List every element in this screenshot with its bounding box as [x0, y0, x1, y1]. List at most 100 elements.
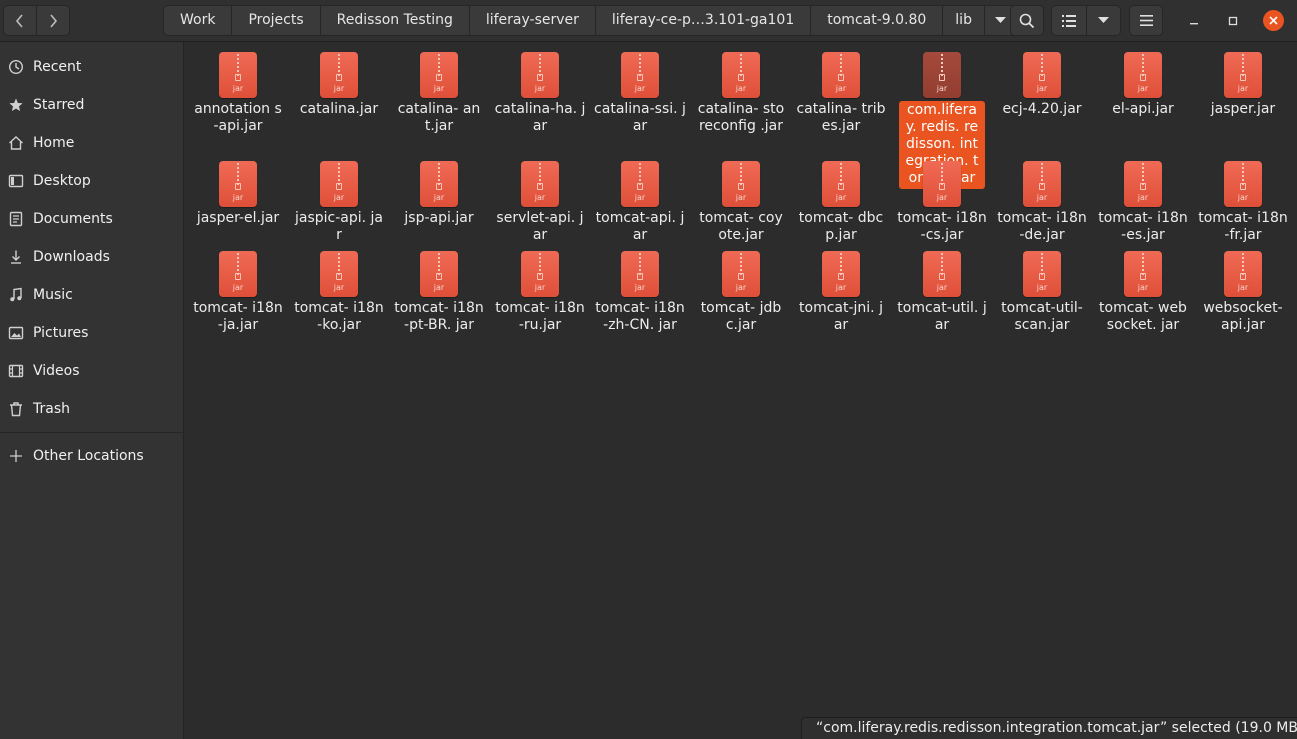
- file-type-label: jar: [534, 84, 546, 93]
- file-type-label: jar: [1237, 283, 1249, 292]
- file-name: jsp-api.jar: [404, 210, 474, 226]
- document-icon: [8, 211, 24, 227]
- file-item[interactable]: jar tomcat- coyote.jar: [693, 161, 789, 244]
- jar-file-icon: jar: [219, 251, 257, 297]
- file-item[interactable]: jar catalina.jar: [291, 52, 387, 118]
- file-type-label: jar: [1137, 283, 1149, 292]
- close-button[interactable]: [1263, 10, 1284, 31]
- file-item[interactable]: jar servlet-api. jar: [492, 161, 588, 244]
- file-name: websocket- api.jar: [1203, 300, 1283, 333]
- video-icon: [8, 363, 24, 379]
- jar-file-icon: jar: [923, 161, 961, 207]
- sidebar-item-label: Trash: [33, 401, 70, 417]
- file-item[interactable]: jar jaspic-api. jar: [291, 161, 387, 244]
- file-item[interactable]: jar tomcat- i18n-es.jar: [1095, 161, 1191, 244]
- file-item[interactable]: jar el-api.jar: [1095, 52, 1191, 118]
- file-item[interactable]: jar catalina-ssi. jar: [592, 52, 688, 135]
- jar-file-icon: jar: [320, 251, 358, 297]
- file-name: tomcat- i18n-es.jar: [1098, 210, 1188, 243]
- file-name: tomcat- jdbc.jar: [700, 300, 782, 333]
- file-item[interactable]: jar tomcat- i18n-ru.jar: [492, 251, 588, 334]
- sidebar-item-music[interactable]: Music: [0, 276, 184, 314]
- main-menu-button[interactable]: [1129, 5, 1163, 36]
- breadcrumb: Work Projects Redisson Testing liferay-s…: [163, 5, 1018, 36]
- file-type-label: jar: [835, 193, 847, 202]
- back-button[interactable]: [4, 6, 36, 35]
- sidebar-item-desktop[interactable]: Desktop: [0, 162, 184, 200]
- breadcrumb-item[interactable]: Work: [164, 6, 233, 35]
- jar-file-icon: jar: [1124, 251, 1162, 297]
- jar-file-icon: jar: [822, 251, 860, 297]
- file-item[interactable]: jar tomcat-api. jar: [592, 161, 688, 244]
- file-name: tomcat-util- scan.jar: [1001, 300, 1083, 333]
- file-item[interactable]: jar jasper.jar: [1195, 52, 1291, 118]
- file-item[interactable]: jar tomcat- i18n-ko.jar: [291, 251, 387, 334]
- breadcrumb-item[interactable]: Redisson Testing: [321, 6, 470, 35]
- search-button[interactable]: [1010, 5, 1044, 36]
- sidebar-item-pictures[interactable]: Pictures: [0, 314, 184, 352]
- jar-file-icon: jar: [1124, 52, 1162, 98]
- file-item[interactable]: jar ecj-4.20.jar: [994, 52, 1090, 118]
- sidebar-item-documents[interactable]: Documents: [0, 200, 184, 238]
- breadcrumb-item-current[interactable]: lib: [943, 6, 985, 35]
- file-type-label: jar: [936, 283, 948, 292]
- file-item[interactable]: jar tomcat-jni. jar: [793, 251, 889, 334]
- file-item[interactable]: jar catalina- ant.jar: [391, 52, 487, 135]
- forward-button[interactable]: [36, 6, 69, 35]
- jar-file-icon: jar: [521, 251, 559, 297]
- jar-file-icon: jar: [420, 52, 458, 98]
- file-item[interactable]: jar catalina-ha. jar: [492, 52, 588, 135]
- sidebar-item-trash[interactable]: Trash: [0, 390, 184, 428]
- caret-down-icon: [995, 17, 1007, 23]
- sidebar-item-other-locations[interactable]: Other Locations: [0, 437, 184, 475]
- minimize-button[interactable]: [1184, 11, 1204, 31]
- file-name: annotation s-api.jar: [194, 101, 282, 134]
- view-toggle-group: [1051, 5, 1121, 36]
- file-item[interactable]: jar websocket- api.jar: [1195, 251, 1291, 334]
- jar-file-icon: jar: [621, 251, 659, 297]
- file-name: tomcat- i18n-de.jar: [997, 210, 1087, 243]
- file-item[interactable]: jar tomcat- i18n-ja.jar: [190, 251, 286, 334]
- list-view-button[interactable]: [1052, 6, 1087, 35]
- file-item[interactable]: jar tomcat- i18n-fr.jar: [1195, 161, 1291, 244]
- breadcrumb-item[interactable]: liferay-server: [470, 6, 596, 35]
- jar-file-icon: jar: [923, 251, 961, 297]
- file-item[interactable]: jar annotation s-api.jar: [190, 52, 286, 135]
- file-item[interactable]: jar tomcat-util- scan.jar: [994, 251, 1090, 334]
- sidebar: Recent Starred Home Desktop Documents Do…: [0, 42, 184, 739]
- breadcrumb-item[interactable]: liferay-ce-p…3.101-ga101: [596, 6, 812, 35]
- file-item[interactable]: jar catalina- tribes.jar: [793, 52, 889, 135]
- sidebar-item-videos[interactable]: Videos: [0, 352, 184, 390]
- breadcrumb-item[interactable]: Projects: [232, 6, 321, 35]
- file-item[interactable]: jar jsp-api.jar: [391, 161, 487, 227]
- view-options-button[interactable]: [1087, 6, 1120, 35]
- file-item[interactable]: jar tomcat- jdbc.jar: [693, 251, 789, 334]
- file-type-label: jar: [232, 84, 244, 93]
- file-item[interactable]: jar tomcat- i18n-cs.jar: [894, 161, 990, 244]
- music-icon: [8, 287, 24, 303]
- jar-file-icon: jar: [722, 52, 760, 98]
- file-type-label: jar: [433, 193, 445, 202]
- file-item[interactable]: jar tomcat- i18n-pt-BR. jar: [391, 251, 487, 334]
- file-item[interactable]: jar catalina- storeconfig .jar: [693, 52, 789, 135]
- file-type-label: jar: [936, 193, 948, 202]
- file-item[interactable]: jar tomcat- websocket. jar: [1095, 251, 1191, 334]
- maximize-button[interactable]: [1223, 11, 1243, 31]
- file-name: catalina-ha. jar: [494, 101, 586, 134]
- file-item[interactable]: jar tomcat- i18n-zh-CN. jar: [592, 251, 688, 334]
- file-item[interactable]: jar tomcat- dbcp.jar: [793, 161, 889, 244]
- sidebar-item-downloads[interactable]: Downloads: [0, 238, 184, 276]
- sidebar-item-starred[interactable]: Starred: [0, 86, 184, 124]
- minimize-icon: [1190, 23, 1198, 25]
- file-item[interactable]: jar tomcat-util. jar: [894, 251, 990, 334]
- hamburger-menu-icon: [1139, 15, 1153, 26]
- file-type-label: jar: [534, 283, 546, 292]
- sidebar-item-recent[interactable]: Recent: [0, 48, 184, 86]
- jar-file-icon: jar: [1224, 251, 1262, 297]
- file-item[interactable]: jar tomcat- i18n-de.jar: [994, 161, 1090, 244]
- sidebar-item-home[interactable]: Home: [0, 124, 184, 162]
- file-type-label: jar: [634, 193, 646, 202]
- breadcrumb-item[interactable]: tomcat-9.0.80: [811, 6, 944, 35]
- file-item[interactable]: jar jasper-el.jar: [190, 161, 286, 227]
- jar-file-icon: jar: [722, 251, 760, 297]
